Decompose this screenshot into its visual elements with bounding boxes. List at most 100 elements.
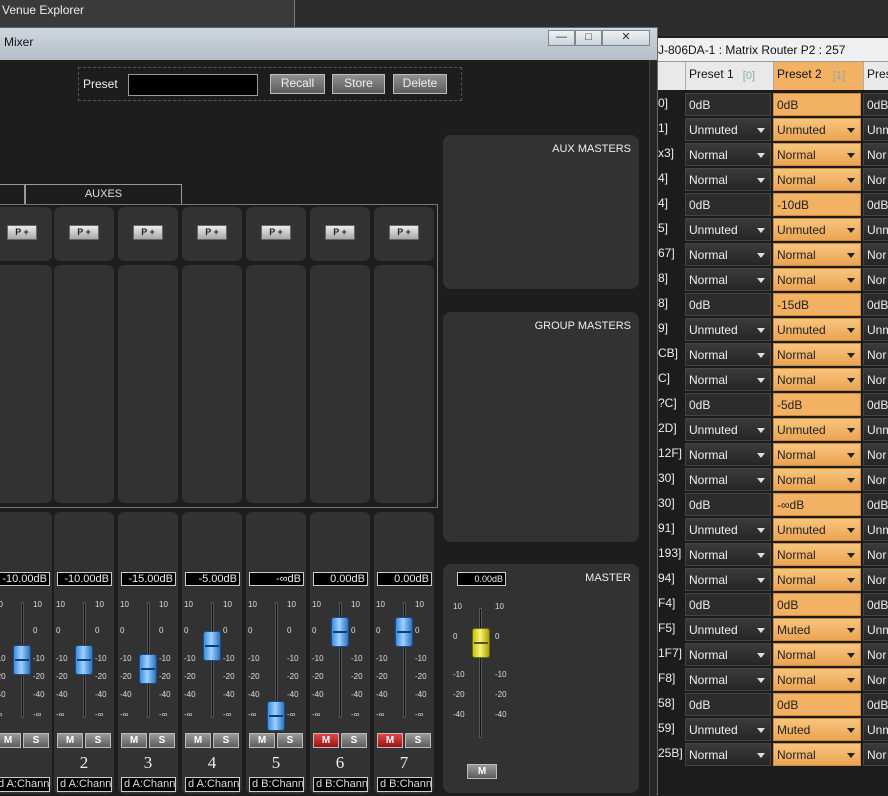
- preset-dropdown[interactable]: Unmuted: [685, 718, 771, 741]
- chevron-down-icon[interactable]: [847, 178, 855, 183]
- preset-dropdown[interactable]: Unmuted: [685, 318, 771, 341]
- preset-value-cell[interactable]: 0dB: [863, 593, 888, 616]
- preset-dropdown[interactable]: Unm: [863, 318, 888, 341]
- preset-dropdown[interactable]: Normal: [685, 243, 771, 266]
- preset-dropdown[interactable]: Normal: [685, 668, 771, 691]
- channel-name-field[interactable]: d A:Chann: [57, 777, 112, 792]
- preset-value-cell[interactable]: 0dB: [863, 493, 888, 516]
- preset-dropdown[interactable]: Normal: [685, 468, 771, 491]
- chevron-down-icon[interactable]: [847, 253, 855, 258]
- preset-value-cell[interactable]: 0dB: [863, 193, 888, 216]
- preset-dropdown[interactable]: Normal: [773, 743, 861, 766]
- preset-dropdown[interactable]: Normal: [685, 543, 771, 566]
- chevron-down-icon[interactable]: [757, 278, 765, 283]
- preset-value-cell[interactable]: 0dB: [685, 693, 771, 716]
- chevron-down-icon[interactable]: [847, 378, 855, 383]
- solo-button[interactable]: S: [405, 733, 431, 748]
- pre-post-button[interactable]: P +: [133, 225, 163, 240]
- mute-button[interactable]: M: [249, 733, 275, 748]
- preset-value-cell[interactable]: 0dB: [773, 93, 861, 116]
- chevron-down-icon[interactable]: [847, 578, 855, 583]
- mute-button[interactable]: M: [377, 733, 403, 748]
- chevron-down-icon[interactable]: [847, 278, 855, 283]
- channel-name-field[interactable]: d B:Chann: [249, 777, 304, 792]
- preset-dropdown[interactable]: Normal: [773, 168, 861, 191]
- preset-value-cell[interactable]: 0dB: [685, 493, 771, 516]
- mute-button[interactable]: M: [185, 733, 211, 748]
- preset-dropdown[interactable]: Unmuted: [773, 118, 861, 141]
- solo-button[interactable]: S: [277, 733, 303, 748]
- preset-dropdown[interactable]: Normal: [685, 643, 771, 666]
- preset-value-cell[interactable]: 0dB: [685, 393, 771, 416]
- mixer-titlebar[interactable]: Mixer — □ ✕: [0, 28, 657, 60]
- preset-dropdown[interactable]: Unmuted: [773, 218, 861, 241]
- preset-dropdown[interactable]: Normal: [773, 143, 861, 166]
- chevron-down-icon[interactable]: [757, 653, 765, 658]
- chevron-down-icon[interactable]: [847, 428, 855, 433]
- chevron-down-icon[interactable]: [757, 353, 765, 358]
- channel-name-field[interactable]: d A:Chann: [121, 777, 176, 792]
- chevron-down-icon[interactable]: [847, 753, 855, 758]
- preset-value-cell[interactable]: -10dB: [773, 193, 861, 216]
- preset-dropdown[interactable]: Unm: [863, 618, 888, 641]
- preset-dropdown[interactable]: Unm: [863, 718, 888, 741]
- preset-dropdown[interactable]: Muted: [773, 718, 861, 741]
- chevron-down-icon[interactable]: [847, 653, 855, 658]
- preset-dropdown[interactable]: Normal: [685, 168, 771, 191]
- chevron-down-icon[interactable]: [757, 153, 765, 158]
- recall-button[interactable]: Recall: [270, 74, 325, 94]
- solo-button[interactable]: S: [341, 733, 367, 748]
- preset-value-cell[interactable]: 0dB: [773, 593, 861, 616]
- preset-value-cell[interactable]: 0dB: [685, 193, 771, 216]
- chevron-down-icon[interactable]: [757, 578, 765, 583]
- pre-post-button[interactable]: P +: [7, 225, 37, 240]
- preset-dropdown[interactable]: Normal: [685, 443, 771, 466]
- solo-button[interactable]: S: [85, 733, 111, 748]
- mute-button[interactable]: M: [0, 733, 21, 748]
- close-button[interactable]: ✕: [602, 30, 650, 46]
- chevron-down-icon[interactable]: [847, 628, 855, 633]
- preset-dropdown[interactable]: Normal: [685, 268, 771, 291]
- chevron-down-icon[interactable]: [847, 528, 855, 533]
- chevron-down-icon[interactable]: [757, 453, 765, 458]
- solo-button[interactable]: S: [213, 733, 239, 748]
- solo-button[interactable]: S: [23, 733, 49, 748]
- preset-dropdown[interactable]: Normal: [773, 368, 861, 391]
- venue-explorer-titlebar[interactable]: Venue Explorer: [0, 0, 294, 28]
- preset-dropdown[interactable]: Nor: [863, 143, 888, 166]
- preset-dropdown[interactable]: Normal: [773, 568, 861, 591]
- minimize-button[interactable]: —: [548, 30, 575, 46]
- preset-dropdown[interactable]: Nor: [863, 668, 888, 691]
- preset-dropdown[interactable]: Nor: [863, 743, 888, 766]
- preset-dropdown[interactable]: Normal: [685, 343, 771, 366]
- pre-post-button[interactable]: P +: [197, 225, 227, 240]
- preset-name-input[interactable]: [128, 74, 258, 96]
- chevron-down-icon[interactable]: [757, 378, 765, 383]
- preset-value-cell[interactable]: 0dB: [863, 293, 888, 316]
- preset-dropdown[interactable]: Nor: [863, 168, 888, 191]
- tab-auxes[interactable]: AUXES: [25, 184, 182, 204]
- preset-dropdown[interactable]: Nor: [863, 443, 888, 466]
- preset-dropdown[interactable]: Unmuted: [773, 518, 861, 541]
- solo-button[interactable]: S: [149, 733, 175, 748]
- preset-dropdown[interactable]: Normal: [773, 668, 861, 691]
- preset-dropdown[interactable]: Nor: [863, 643, 888, 666]
- preset-value-cell[interactable]: 0dB: [863, 93, 888, 116]
- chevron-down-icon[interactable]: [847, 128, 855, 133]
- preset-value-cell[interactable]: -15dB: [773, 293, 861, 316]
- store-button[interactable]: Store: [332, 74, 385, 94]
- channel-fader-knob[interactable]: [395, 617, 413, 647]
- chevron-down-icon[interactable]: [847, 478, 855, 483]
- preset-dropdown[interactable]: Normal: [773, 343, 861, 366]
- chevron-down-icon[interactable]: [847, 553, 855, 558]
- router-column-header[interactable]: Preset 1 [0]: [685, 62, 773, 90]
- preset-value-cell[interactable]: -∞dB: [773, 493, 861, 516]
- channel-fader-knob[interactable]: [203, 631, 221, 661]
- preset-dropdown[interactable]: Normal: [773, 643, 861, 666]
- maximize-button[interactable]: □: [575, 30, 602, 46]
- chevron-down-icon[interactable]: [757, 178, 765, 183]
- preset-dropdown[interactable]: Unmuted: [773, 418, 861, 441]
- preset-dropdown[interactable]: Unmuted: [685, 418, 771, 441]
- preset-dropdown[interactable]: Normal: [685, 743, 771, 766]
- preset-dropdown[interactable]: Normal: [773, 268, 861, 291]
